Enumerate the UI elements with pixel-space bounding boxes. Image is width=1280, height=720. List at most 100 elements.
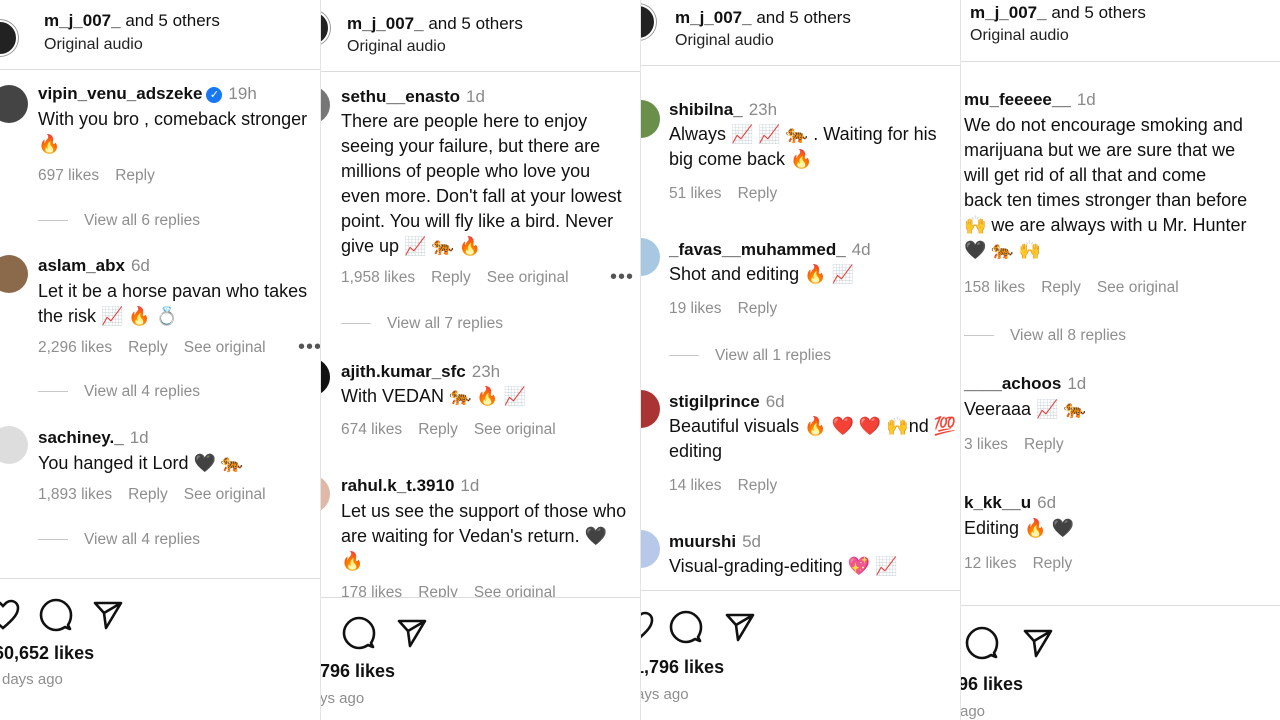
comment-text: Editing 🔥 🖤: [964, 518, 1074, 538]
reply-button[interactable]: Reply: [431, 269, 471, 286]
send-icon[interactable]: [396, 617, 428, 649]
comment-username[interactable]: stigilprince 6d: [669, 392, 785, 412]
comment-username[interactable]: aslam_abx 6d: [38, 256, 150, 276]
heart-icon[interactable]: [0, 599, 20, 631]
comment-username[interactable]: vipin_venu_adszeke ✓ 19h: [38, 84, 257, 104]
author-avatar[interactable]: [640, 4, 656, 40]
comment-username[interactable]: muurshi 5d: [669, 532, 761, 552]
see-original-button[interactable]: See original: [474, 421, 556, 438]
post-timestamp: ays ago: [640, 686, 689, 703]
author-username[interactable]: m_j_007_: [970, 3, 1047, 22]
audio-label[interactable]: Original audio: [347, 38, 446, 56]
author-avatar[interactable]: [0, 20, 18, 56]
comment-avatar[interactable]: [0, 426, 28, 464]
comment-username[interactable]: sachiney._ 1d: [38, 428, 149, 448]
comment-username[interactable]: shibilna_ 23h: [669, 100, 777, 120]
comment-likes[interactable]: 1,958 likes: [341, 269, 415, 286]
author-avatar[interactable]: [320, 10, 330, 46]
comment-likes[interactable]: 674 likes: [341, 421, 402, 438]
comment-icon[interactable]: [39, 598, 73, 632]
comment-likes[interactable]: 14 likes: [669, 477, 722, 494]
post-likes-count[interactable]: 96 likes: [960, 674, 1023, 695]
reply-button[interactable]: Reply: [115, 167, 155, 184]
reply-button[interactable]: Reply: [128, 486, 168, 503]
more-options-icon[interactable]: •••: [298, 336, 320, 359]
post-likes-count[interactable]: 1,796 likes: [640, 657, 724, 678]
comment-avatar[interactable]: [640, 390, 660, 428]
comment-likes[interactable]: 697 likes: [38, 167, 99, 184]
post-authors[interactable]: m_j_007_ and 5 others: [44, 11, 220, 31]
view-replies-button[interactable]: View all 1 replies: [669, 347, 831, 365]
reply-button[interactable]: Reply: [738, 300, 778, 317]
comment-likes[interactable]: 51 likes: [669, 185, 722, 202]
reply-button[interactable]: Reply: [1024, 436, 1064, 453]
comment-avatar[interactable]: [640, 238, 660, 276]
comment-likes[interactable]: 12 likes: [964, 555, 1017, 572]
collab-others[interactable]: and 5 others: [125, 11, 220, 30]
view-replies-button[interactable]: View all 7 replies: [341, 315, 503, 333]
comment-icon[interactable]: [965, 626, 999, 660]
comment-meta: 19 likes Reply: [669, 300, 793, 318]
comment-username[interactable]: _favas__muhammed_ 4d: [669, 240, 871, 260]
audio-label[interactable]: Original audio: [970, 27, 1069, 45]
reply-button[interactable]: Reply: [1041, 279, 1081, 296]
comment-likes[interactable]: 158 likes: [964, 279, 1025, 296]
comment-avatar[interactable]: [0, 85, 28, 123]
comment-icon[interactable]: [342, 616, 376, 650]
reply-button[interactable]: Reply: [738, 185, 778, 202]
comment-likes[interactable]: 2,296 likes: [38, 339, 112, 356]
author-username[interactable]: m_j_007_: [347, 14, 424, 33]
reply-button[interactable]: Reply: [128, 339, 168, 356]
collab-others[interactable]: and 5 others: [428, 14, 523, 33]
see-original-button[interactable]: See original: [1097, 279, 1179, 296]
more-options-icon[interactable]: •••: [610, 266, 634, 289]
send-icon[interactable]: [724, 611, 756, 643]
reply-button[interactable]: Reply: [1033, 555, 1073, 572]
see-original-button[interactable]: See original: [487, 269, 569, 286]
panel-4: m_j_007_ and 5 others Original audio mu_…: [960, 0, 1280, 720]
view-replies-button[interactable]: View all 4 replies: [38, 383, 200, 401]
panel-1: m_j_007_ and 5 others Original audio vip…: [0, 0, 320, 720]
collab-others[interactable]: and 5 others: [756, 8, 851, 27]
audio-label[interactable]: Original audio: [44, 36, 143, 54]
comment-username[interactable]: ____achoos 1d: [964, 374, 1086, 394]
comment-username[interactable]: mu_feeeee__ 1d: [964, 90, 1096, 110]
audio-label[interactable]: Original audio: [675, 32, 774, 50]
comment-text: We do not encourage smoking and marijuana…: [964, 115, 1248, 260]
comment-avatar[interactable]: [320, 475, 330, 513]
comment-username[interactable]: rahul.k_t.3910 1d: [341, 476, 479, 496]
post-likes-count[interactable]: 796 likes: [320, 661, 395, 682]
comment-text: With VEDAN 🐅 🔥 📈: [341, 386, 527, 406]
comment-icon[interactable]: [669, 610, 703, 644]
post-authors[interactable]: m_j_007_ and 5 others: [675, 8, 851, 28]
comment-username[interactable]: k_kk__u 6d: [964, 493, 1056, 513]
see-original-button[interactable]: See original: [184, 486, 266, 503]
panel-3: m_j_007_ and 5 others Original audio shi…: [640, 0, 960, 720]
post-authors[interactable]: m_j_007_ and 5 others: [347, 14, 523, 34]
comment-avatar[interactable]: [320, 358, 330, 396]
comment-meta: 674 likes Reply See original: [341, 421, 572, 439]
author-username[interactable]: m_j_007_: [675, 8, 752, 27]
comment-avatar[interactable]: [640, 530, 660, 568]
post-likes-count[interactable]: 60,652 likes: [0, 643, 94, 664]
view-replies-button[interactable]: View all 4 replies: [38, 531, 200, 549]
comment-likes[interactable]: 1,893 likes: [38, 486, 112, 503]
collab-others[interactable]: and 5 others: [1051, 3, 1146, 22]
view-replies-button[interactable]: View all 8 replies: [964, 327, 1126, 345]
heart-icon[interactable]: [640, 611, 654, 643]
comment-avatar[interactable]: [0, 255, 28, 293]
comment-avatar[interactable]: [640, 100, 660, 138]
see-original-button[interactable]: See original: [184, 339, 266, 356]
comment-avatar[interactable]: [320, 86, 330, 124]
author-username[interactable]: m_j_007_: [44, 11, 121, 30]
comment-username[interactable]: sethu__enasto 1d: [341, 87, 485, 107]
reply-button[interactable]: Reply: [418, 421, 458, 438]
view-replies-button[interactable]: View all 6 replies: [38, 212, 200, 230]
send-icon[interactable]: [1022, 627, 1054, 659]
send-icon[interactable]: [92, 599, 124, 631]
comment-likes[interactable]: 19 likes: [669, 300, 722, 317]
post-authors[interactable]: m_j_007_ and 5 others: [970, 3, 1146, 23]
comment-likes[interactable]: 3 likes: [964, 436, 1008, 453]
comment-username[interactable]: ajith.kumar_sfc 23h: [341, 362, 500, 382]
reply-button[interactable]: Reply: [738, 477, 778, 494]
